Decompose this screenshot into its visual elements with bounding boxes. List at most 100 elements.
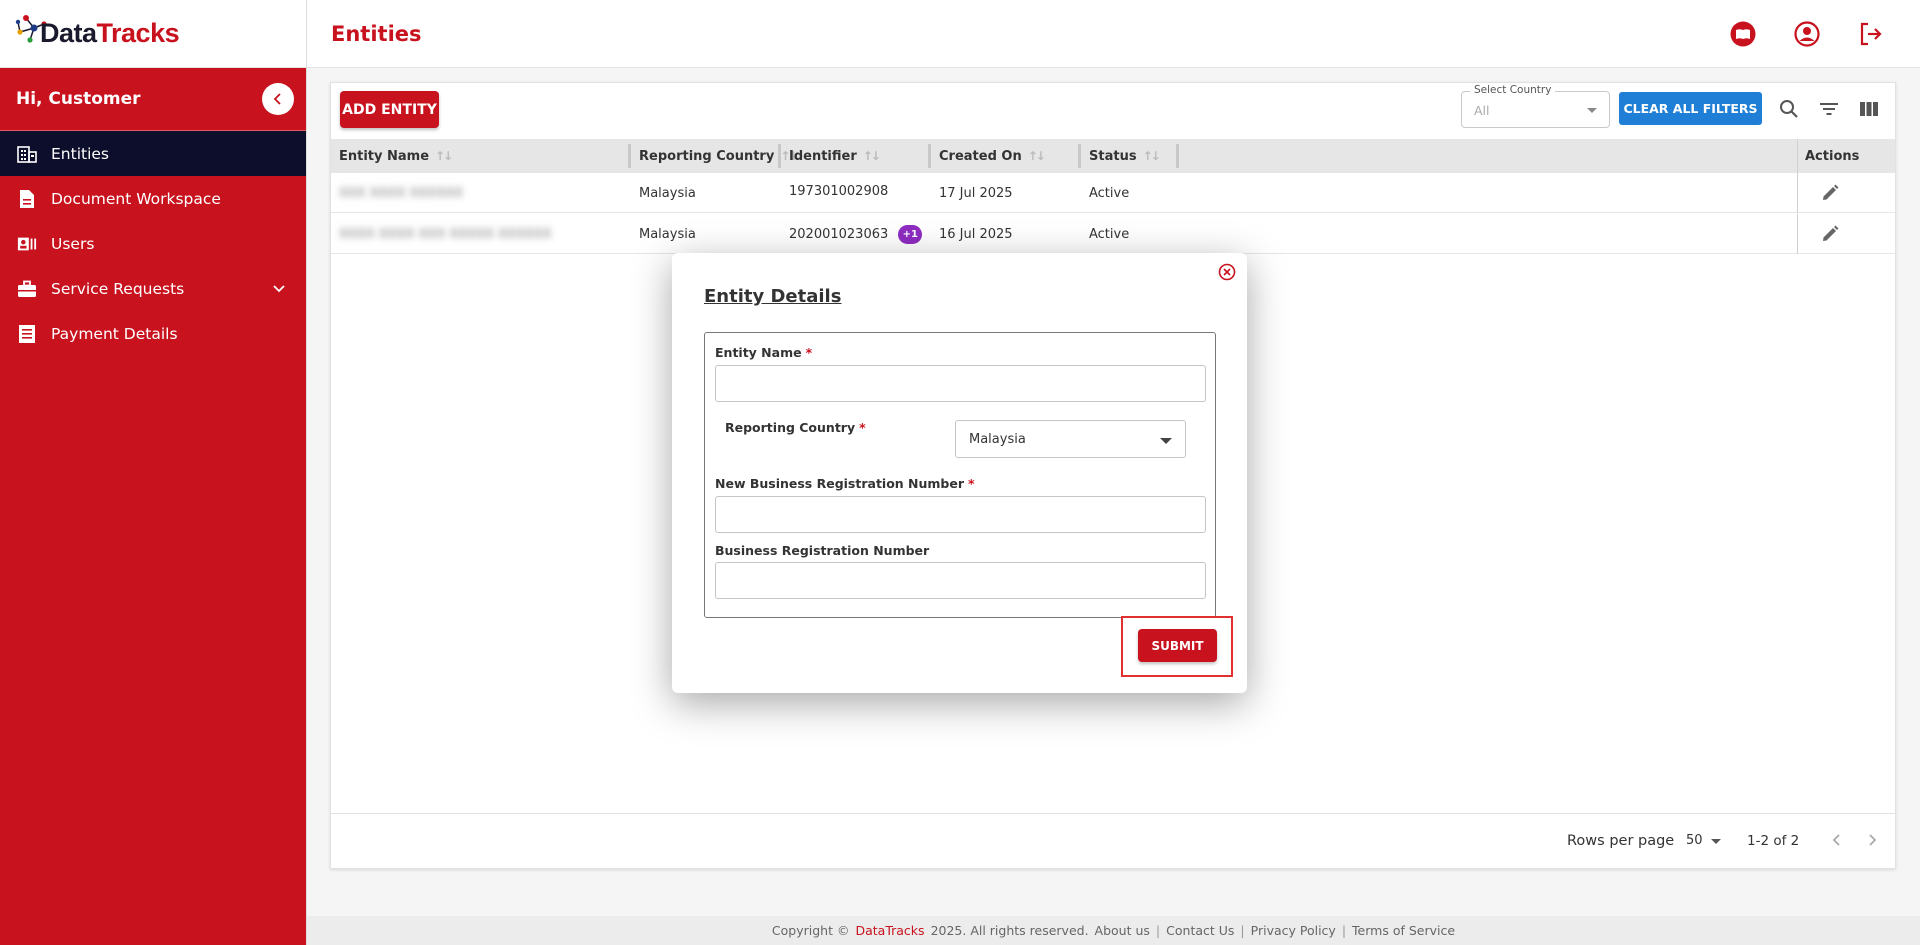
- column-resize-handle[interactable]: [778, 144, 781, 168]
- edit-button[interactable]: [1797, 214, 1895, 254]
- sidebar-item-label: Users: [51, 234, 95, 253]
- sidebar-item-users[interactable]: Users: [0, 221, 306, 266]
- page-title: Entities: [331, 21, 422, 46]
- sidebar-item-service-requests[interactable]: Service Requests: [0, 266, 306, 311]
- rights-text: 2025. All rights reserved.: [930, 923, 1089, 938]
- sidebar: Data Tracks Hi, Customer Entities Documen…: [0, 0, 307, 945]
- column-header-reporting-country[interactable]: Reporting Country ↑↓: [639, 139, 798, 173]
- contact-us-link[interactable]: Contact Us: [1166, 923, 1234, 938]
- edit-button[interactable]: [1797, 173, 1895, 213]
- column-header-label: Actions: [1805, 148, 1860, 164]
- profile-icon[interactable]: [1794, 20, 1820, 47]
- document-icon: [17, 189, 37, 209]
- reporting-country-select[interactable]: Malaysia: [955, 420, 1186, 458]
- column-header-label: Identifier: [789, 148, 857, 164]
- sidebar-item-label: Service Requests: [51, 279, 185, 298]
- entity-name-cell: XXXX XXXX XXX XXXXX XXXXXX: [339, 226, 552, 242]
- sidebar-item-document-workspace[interactable]: Document Workspace: [0, 176, 306, 221]
- country-filter-select[interactable]: Select Country All: [1461, 84, 1610, 128]
- dropdown-arrow-icon: [1160, 438, 1172, 444]
- terms-of-service-link[interactable]: Terms of Service: [1352, 923, 1455, 938]
- sidebar-item-label: Payment Details: [51, 324, 178, 343]
- collapse-sidebar-button[interactable]: [262, 83, 294, 115]
- table-header: Entity Name ↑↓ Reporting Country ↑↓ Identi…: [331, 139, 1895, 173]
- brand-name-part1: Data: [40, 18, 97, 48]
- privacy-policy-link[interactable]: Privacy Policy: [1251, 923, 1336, 938]
- entity-details-modal: Entity Details Entity Name * Reporting Co…: [672, 253, 1247, 693]
- sort-icon[interactable]: ↑↓: [1143, 149, 1161, 163]
- sidebar-item-label: Entities: [51, 144, 109, 163]
- column-resize-handle[interactable]: [1078, 144, 1081, 168]
- clear-all-filters-button[interactable]: CLEAR ALL FILTERS: [1619, 92, 1762, 125]
- entity-name-cell: XXX XXXX XXXXXX: [339, 185, 464, 201]
- pencil-icon: [1823, 184, 1839, 200]
- logo[interactable]: Data Tracks: [0, 0, 306, 68]
- sort-icon[interactable]: ↑↓: [435, 149, 453, 163]
- identifier-cell: 197301002908: [789, 183, 889, 199]
- brand-name: Data Tracks: [40, 18, 180, 49]
- status-cell: Active: [1089, 226, 1130, 242]
- filter-icon[interactable]: [1817, 97, 1841, 121]
- dropdown-arrow-icon: [1587, 108, 1597, 113]
- brn-input[interactable]: [715, 562, 1206, 599]
- rows-per-page-select[interactable]: 50: [1686, 833, 1703, 848]
- sidebar-item-payment-details[interactable]: Payment Details: [0, 311, 306, 356]
- new-brn-input[interactable]: [715, 496, 1206, 533]
- column-resize-handle[interactable]: [928, 144, 931, 168]
- entity-form: Entity Name * Reporting Country * Malaysia…: [704, 332, 1216, 618]
- table-toolbar: ADD ENTITY Select Country All CLEAR ALL …: [331, 83, 1895, 139]
- dropdown-arrow-icon[interactable]: [1711, 839, 1721, 844]
- footer: Copyright © DataTracks 2025. All rights …: [307, 916, 1920, 945]
- column-resize-handle[interactable]: [628, 144, 631, 168]
- brn-label: Business Registration Number: [715, 543, 930, 558]
- reporting-country-label: Reporting Country *: [725, 420, 866, 435]
- country-filter-value: All: [1474, 103, 1490, 118]
- about-us-link[interactable]: About us: [1095, 923, 1150, 938]
- help-book-icon[interactable]: [1730, 21, 1756, 47]
- entity-name-input[interactable]: [715, 365, 1206, 402]
- pencil-icon: [1823, 225, 1839, 241]
- new-brn-label-text: New Business Registration Number: [715, 476, 965, 491]
- column-header-created-on[interactable]: Created On ↑↓: [939, 139, 1046, 173]
- identifier-value: 202001023063: [789, 226, 889, 242]
- column-header-label: Created On: [939, 148, 1022, 164]
- page-range: 1-2 of 2: [1747, 833, 1800, 849]
- sidebar-item-entities[interactable]: Entities: [0, 131, 306, 176]
- column-header-label: Reporting Country: [639, 148, 775, 164]
- pagination: Rows per page 50 1-2 of 2: [331, 813, 1895, 868]
- logout-icon[interactable]: [1858, 21, 1884, 47]
- chevron-right-icon: [1869, 834, 1877, 846]
- entity-name-label: Entity Name *: [715, 345, 812, 360]
- previous-page-button[interactable]: [1831, 831, 1843, 852]
- column-header-entity-name[interactable]: Entity Name ↑↓: [339, 139, 453, 173]
- required-marker: *: [805, 345, 813, 360]
- chevron-left-icon: [1832, 834, 1840, 846]
- building-icon: [17, 144, 37, 164]
- chevron-down-icon[interactable]: [272, 280, 286, 298]
- footer-divider: |: [1341, 923, 1347, 938]
- close-modal-button[interactable]: [1218, 263, 1236, 281]
- submit-button[interactable]: SUBMIT: [1138, 629, 1217, 662]
- user-card-icon: [17, 234, 37, 254]
- greeting-bar: Hi, Customer: [0, 68, 306, 131]
- column-resize-handle[interactable]: [1176, 144, 1179, 168]
- sort-icon[interactable]: ↑↓: [1028, 149, 1046, 163]
- footer-brand-link[interactable]: DataTracks: [855, 923, 924, 938]
- receipt-icon: [17, 324, 37, 344]
- add-entity-button[interactable]: ADD ENTITY: [340, 91, 439, 128]
- column-header-status[interactable]: Status ↑↓: [1089, 139, 1161, 173]
- next-page-button[interactable]: [1866, 831, 1878, 852]
- greeting-text: Hi, Customer: [16, 89, 141, 109]
- columns-icon[interactable]: [1857, 97, 1881, 121]
- extra-identifiers-badge[interactable]: +1: [898, 224, 923, 244]
- footer-divider: |: [1155, 923, 1161, 938]
- sort-icon[interactable]: ↑↓: [863, 149, 881, 163]
- created-on-cell: 17 Jul 2025: [939, 185, 1013, 201]
- top-header: Entities: [307, 0, 1920, 68]
- search-icon[interactable]: [1777, 97, 1801, 121]
- reporting-country-value: Malaysia: [969, 432, 1026, 447]
- table-row[interactable]: XXX XXXX XXXXXX Malaysia 197301002908 17…: [331, 173, 1895, 213]
- table-row[interactable]: XXXX XXXX XXX XXXXX XXXXXX Malaysia 2020…: [331, 214, 1895, 254]
- column-header-identifier[interactable]: Identifier ↑↓: [789, 139, 881, 173]
- country-filter-label: Select Country: [1470, 84, 1556, 96]
